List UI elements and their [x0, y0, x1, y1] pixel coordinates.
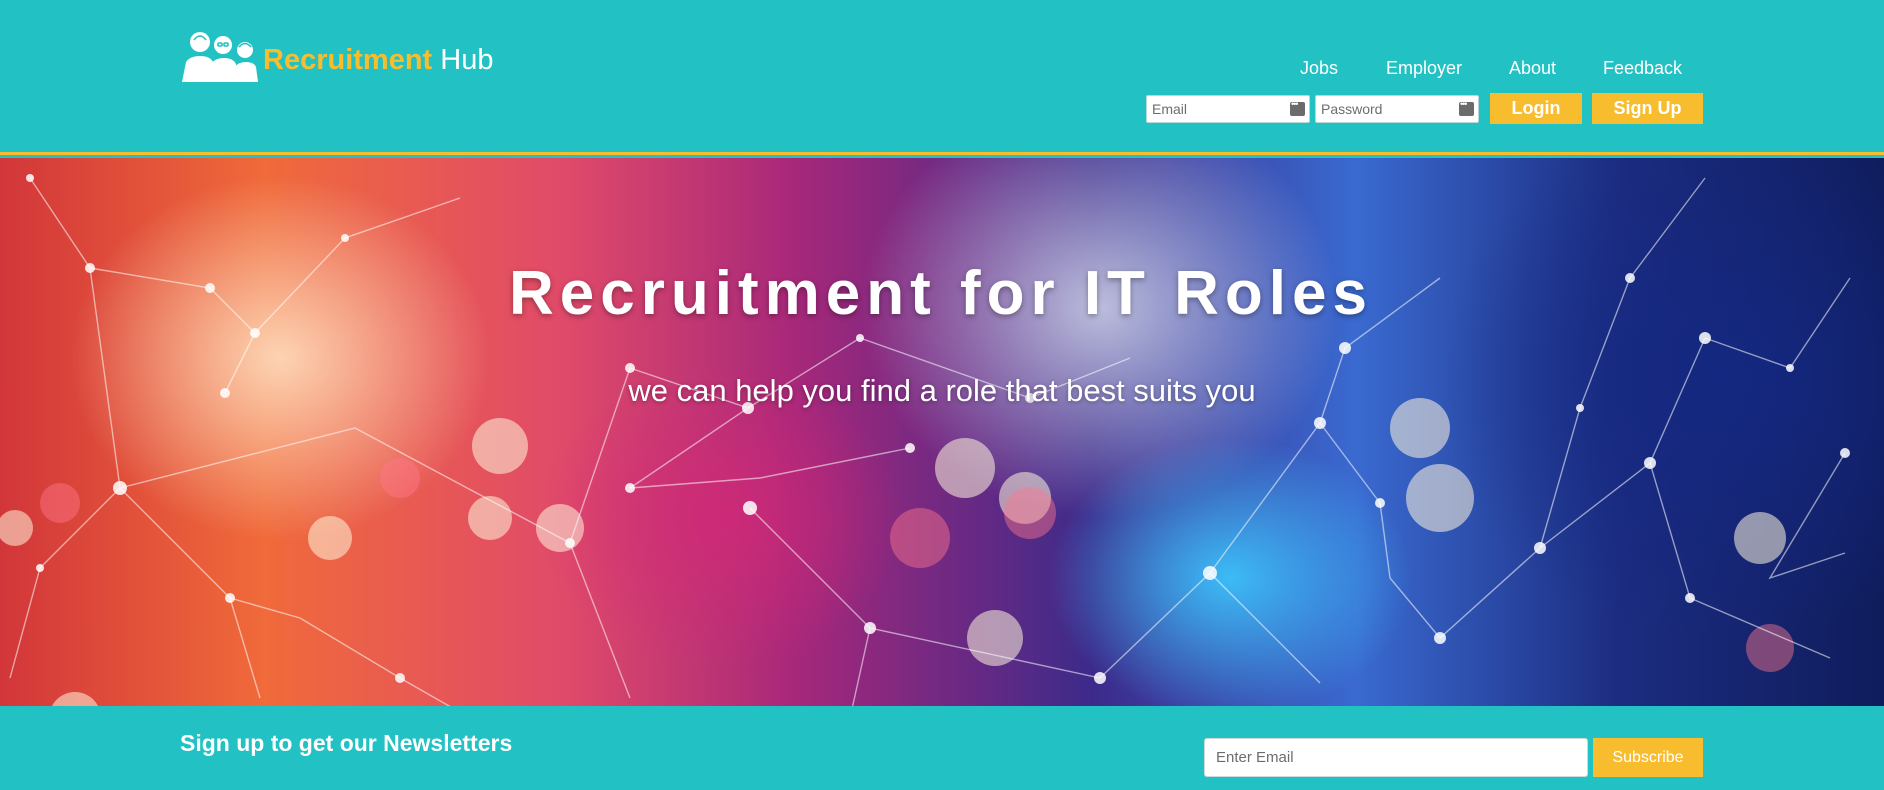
logo[interactable]: Recruitment Hub	[180, 24, 493, 84]
subscribe-button[interactable]: Subscribe	[1593, 738, 1703, 777]
logo-text: Recruitment Hub	[263, 44, 493, 77]
newsletter-title: Sign up to get our Newsletters	[180, 730, 513, 756]
hero-title-text: Recruitment for IT Roles	[509, 259, 1373, 328]
nav-about[interactable]: About	[1509, 58, 1556, 79]
nav-jobs[interactable]: Jobs	[1300, 58, 1338, 79]
newsletter-email-input[interactable]	[1205, 739, 1587, 776]
signup-button[interactable]: Sign Up	[1592, 93, 1703, 124]
nav-employer[interactable]: Employer	[1386, 58, 1462, 79]
password-manager-icon[interactable]	[1459, 99, 1474, 116]
nav-feedback[interactable]: Feedback	[1603, 58, 1682, 79]
login-button[interactable]: Login	[1490, 93, 1582, 124]
email-input[interactable]	[1147, 96, 1309, 122]
logo-suffix: Hub	[440, 43, 494, 76]
logo-brand: Recruitment	[263, 43, 433, 76]
password-field-wrapper	[1315, 95, 1479, 123]
hero-subtitle: we can help you find a role that best su…	[628, 373, 1256, 408]
newsletter-email-wrapper	[1204, 738, 1588, 777]
password-manager-icon[interactable]	[1290, 99, 1305, 116]
password-input[interactable]	[1316, 96, 1478, 122]
network-background-image	[0, 174, 1851, 706]
people-group-icon	[182, 32, 258, 82]
newsletter-section: Sign up to get our Newsletters Subscribe	[0, 706, 1884, 790]
email-field-wrapper	[1146, 95, 1310, 123]
hero-banner: Recruitment for IT Roles we can help you…	[0, 158, 1884, 706]
hero-title: Recruitment for IT Roles	[0, 258, 1884, 329]
site-header: Recruitment Hub Jobs Employer About Feed…	[0, 0, 1884, 155]
